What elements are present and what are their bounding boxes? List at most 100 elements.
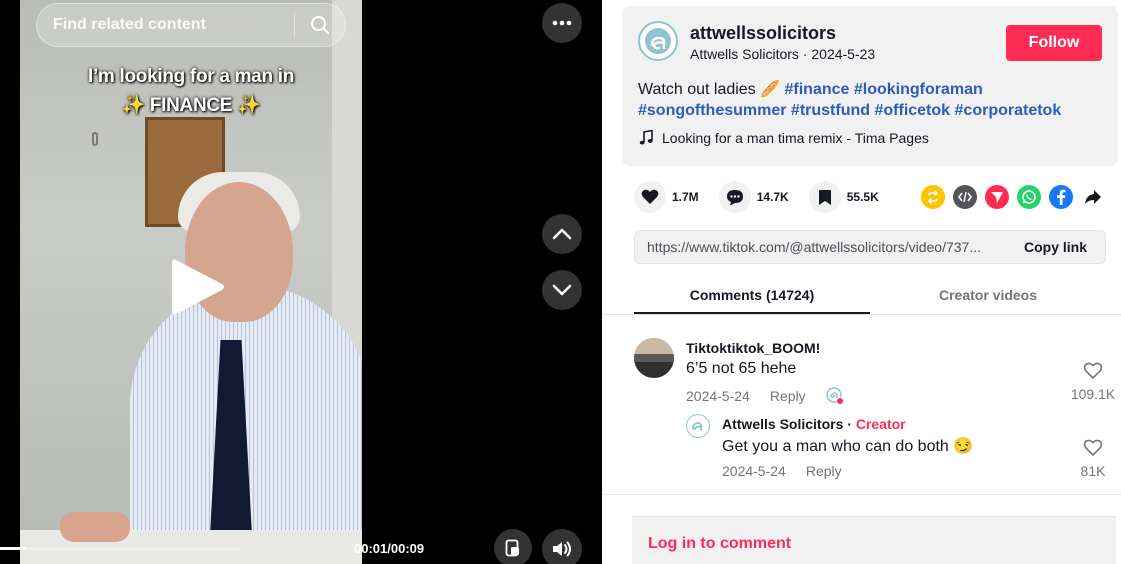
author-avatar[interactable]: [638, 21, 678, 61]
hashtag-songofthesummer[interactable]: #songofthesummer: [638, 102, 786, 119]
hashtag-officetok[interactable]: #officetok: [874, 102, 950, 119]
commenter-name[interactable]: Tiktoktiktok_BOOM!: [686, 340, 820, 356]
video-overlay-text-1: I’m looking for a man in: [87, 66, 295, 87]
search-icon: [311, 16, 329, 34]
save-count: 55.5K: [846, 190, 879, 204]
search-bar[interactable]: Find related content: [36, 3, 346, 47]
comment-like[interactable]: 109.1K: [1068, 362, 1118, 402]
video-overlay-text-2: ✨ FINANCE ✨: [121, 95, 261, 116]
creator-avatar[interactable]: [686, 414, 710, 438]
reply-author-name: Attwells Solicitors · Creator: [722, 416, 906, 432]
heart-outline-icon: [1083, 439, 1103, 457]
copy-link-button[interactable]: Copy link: [1012, 239, 1105, 255]
caption-text: Watch out ladies 🥖: [638, 81, 785, 98]
comment-icon: [726, 189, 743, 205]
tabs-divider: [602, 314, 1121, 315]
comment-date: 2024-5-24: [686, 388, 750, 404]
chevron-up-icon: [552, 228, 572, 240]
chevron-down-icon: [552, 284, 572, 296]
play-icon: [172, 259, 224, 315]
reply-author[interactable]: Attwells Solicitors: [722, 416, 843, 432]
video-time: 00:01/00:09: [354, 541, 425, 556]
hashtag-corporatetok[interactable]: #corporatetok: [955, 102, 1062, 119]
heart-outline-icon: [1083, 362, 1103, 380]
comment-text: 6’5 not 65 hehe: [686, 360, 797, 377]
tiktok-video-page: I’m looking for a man in ✨ FINANCE ✨ Fin…: [0, 0, 1121, 564]
previous-video-button[interactable]: [542, 214, 582, 254]
captions-button[interactable]: [494, 529, 532, 564]
music-title: Looking for a man tima remix - Tima Page…: [662, 130, 929, 146]
repost-button[interactable]: [921, 185, 945, 209]
avatar-image: [634, 338, 674, 378]
post-caption: Watch out ladies 🥖 #finance #lookingfora…: [638, 79, 1098, 121]
login-bar: Log in to comment: [632, 516, 1116, 564]
comment-like-count: 109.1K: [1070, 386, 1116, 402]
more-share-button[interactable]: [1081, 185, 1105, 209]
attwells-logo-icon: [645, 28, 671, 54]
video-player[interactable]: I’m looking for a man in ✨ FINANCE ✨ Fin…: [0, 0, 602, 564]
creator-liked-icon: [825, 387, 844, 405]
reply-button[interactable]: Reply: [806, 463, 842, 479]
wall-hook: [92, 132, 98, 146]
reply-like[interactable]: 81K: [1068, 439, 1118, 479]
info-panel: attwellssolicitors Attwells Solicitors ·…: [602, 0, 1121, 564]
next-video-button[interactable]: [542, 270, 582, 310]
author-display-name: Attwells Solicitors: [690, 46, 799, 62]
save-button[interactable]: [808, 181, 841, 213]
creator-badge: Creator: [855, 416, 906, 432]
send-icon: [991, 192, 1003, 203]
volume-button[interactable]: [542, 529, 582, 564]
tab-creator-videos[interactable]: Creator videos: [870, 276, 1106, 314]
embed-icon: [958, 191, 972, 203]
embed-button[interactable]: [953, 185, 977, 209]
video-url[interactable]: https://www.tiktok.com/@attwellssolicito…: [635, 239, 1012, 255]
reply-text: Get you a man who can do both 😏: [722, 438, 974, 455]
facebook-share-button[interactable]: [1049, 185, 1073, 209]
whatsapp-share-button[interactable]: [1017, 185, 1041, 209]
comments-bottom-divider: [602, 494, 1121, 495]
search-button[interactable]: [295, 3, 345, 47]
hashtag-lookingforaman[interactable]: #lookingforaman: [854, 81, 983, 98]
whatsapp-icon: [1022, 190, 1036, 204]
reply-author-separator: ·: [843, 416, 856, 432]
save-stat[interactable]: 55.5K: [808, 181, 879, 213]
comment-stat[interactable]: 14.7K: [718, 181, 789, 213]
search-input[interactable]: Find related content: [37, 16, 294, 34]
like-stat[interactable]: 1.7M: [634, 181, 699, 213]
hashtag-finance[interactable]: #finance: [785, 81, 850, 98]
like-button[interactable]: [634, 181, 666, 213]
share-options: [921, 185, 1105, 209]
reply-button[interactable]: Reply: [770, 388, 806, 404]
post-date: 2024-5-23: [811, 46, 876, 62]
volume-icon: [553, 541, 571, 557]
captions-icon: [505, 539, 519, 557]
like-count: 1.7M: [672, 190, 699, 204]
hand: [60, 512, 130, 542]
hashtag-trustfund[interactable]: #trustfund: [791, 102, 870, 119]
reply-date: 2024-5-24: [722, 463, 786, 479]
comment-button[interactable]: [718, 181, 751, 213]
engagement-stats: 1.7M 14.7K 55.5K: [634, 181, 879, 213]
tab-comments[interactable]: Comments (14724): [634, 276, 870, 314]
play-button[interactable]: [168, 256, 228, 318]
more-button[interactable]: [542, 3, 582, 43]
follow-button[interactable]: Follow: [1006, 25, 1102, 61]
comment-meta: 2024-5-24 Reply: [686, 387, 844, 405]
reply-meta: 2024-5-24 Reply: [722, 463, 842, 479]
heart-icon: [641, 189, 659, 204]
copy-link-box: https://www.tiktok.com/@attwellssolicito…: [634, 230, 1106, 264]
author-subline: Attwells Solicitors · 2024-5-23: [690, 46, 875, 62]
share-arrow-icon: [1085, 190, 1101, 204]
login-to-comment-link[interactable]: Log in to comment: [648, 535, 791, 553]
video-progress-bar[interactable]: [0, 547, 240, 550]
panel-tabs: Comments (14724) Creator videos: [634, 276, 1106, 314]
commenter-avatar[interactable]: [634, 338, 674, 378]
description-card: attwellssolicitors Attwells Solicitors ·…: [622, 6, 1118, 166]
music-link[interactable]: Looking for a man tima remix - Tima Page…: [638, 130, 929, 146]
send-to-friends-button[interactable]: [985, 185, 1009, 209]
subline-separator: ·: [798, 46, 812, 62]
comment-count: 14.7K: [756, 190, 789, 204]
repost-icon: [928, 190, 938, 204]
more-icon: [552, 20, 572, 26]
author-username[interactable]: attwellssolicitors: [690, 23, 836, 44]
